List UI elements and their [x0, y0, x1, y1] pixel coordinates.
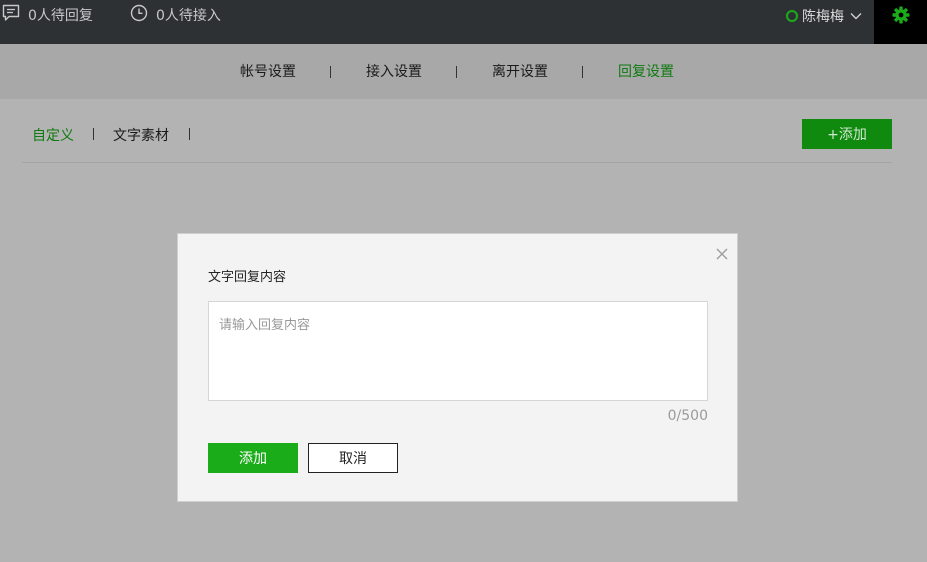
clock-icon: [130, 4, 156, 26]
confirm-add-button[interactable]: 添加: [208, 443, 298, 473]
cancel-button[interactable]: 取消: [308, 443, 398, 473]
tab-away-settings[interactable]: 离开设置: [492, 44, 548, 100]
user-menu[interactable]: 陈梅梅: [786, 0, 862, 32]
pending-access-indicator[interactable]: 0人待接入: [130, 0, 221, 30]
nav-divider: [330, 66, 331, 78]
nav-divider: [456, 66, 457, 78]
nav-divider: [582, 66, 583, 78]
top-bar: 0人待回复 0人待接入 陈梅梅: [0, 0, 927, 44]
tab-account-settings[interactable]: 帐号设置: [240, 44, 296, 100]
pending-reply-count: 0人待回复: [28, 8, 93, 24]
add-reply-button[interactable]: +添加: [802, 119, 892, 149]
gear-icon: [892, 0, 910, 28]
tab-divider: [189, 128, 190, 140]
chevron-down-icon: [850, 8, 862, 24]
char-counter: 0/500: [667, 408, 708, 424]
online-status-icon: [786, 10, 798, 22]
tab-access-settings[interactable]: 接入设置: [366, 44, 422, 100]
tab-text-materials[interactable]: 文字素材: [113, 125, 169, 145]
reply-content-input[interactable]: [208, 301, 708, 401]
close-icon[interactable]: [715, 246, 729, 260]
chat-icon: [2, 4, 28, 26]
pending-reply-indicator[interactable]: 0人待回复: [2, 0, 93, 30]
tab-divider: [93, 128, 94, 140]
tab-reply-settings[interactable]: 回复设置: [618, 44, 674, 100]
pending-access-count: 0人待接入: [156, 8, 221, 24]
content-divider: [22, 162, 892, 163]
settings-button[interactable]: [874, 0, 927, 44]
user-name: 陈梅梅: [802, 9, 844, 25]
add-text-reply-dialog: 文字回复内容 0/500 添加 取消: [177, 233, 738, 502]
settings-nav: 帐号设置 接入设置 离开设置 回复设置: [0, 44, 927, 99]
dialog-title: 文字回复内容: [208, 270, 287, 285]
tab-custom[interactable]: 自定义: [32, 125, 74, 145]
